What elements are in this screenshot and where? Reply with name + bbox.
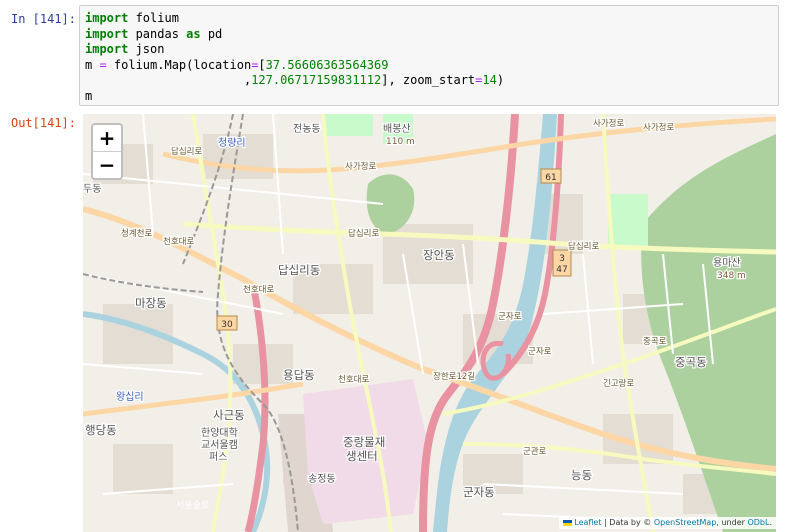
ukraine-flag-icon bbox=[563, 519, 573, 526]
output-prompt: Out[141]: bbox=[10, 116, 76, 130]
code-text: ) bbox=[496, 73, 505, 87]
label-hanyang-univ-3: 퍼스 bbox=[209, 451, 227, 463]
label-jeonggye-road: 청계천로 bbox=[121, 228, 152, 239]
code-text: m bbox=[85, 57, 100, 72]
label-baebongsan: 배봉산 bbox=[383, 123, 411, 135]
label-gunja-top: 군자로 bbox=[498, 312, 522, 322]
sports-area bbox=[323, 114, 373, 136]
label-hanyang-univ: 한양대학 bbox=[201, 427, 238, 439]
label-hanyang-univ-2: 교서울캠 bbox=[201, 439, 238, 451]
label-cheonho-bot: 천호대로 bbox=[338, 374, 369, 385]
label-dapsimni-road-top: 답십리로 bbox=[171, 146, 202, 157]
code-text: m bbox=[85, 88, 93, 103]
keyword-as: as bbox=[186, 26, 201, 41]
svg-text:61: 61 bbox=[545, 173, 556, 183]
label-dudong: 두동 bbox=[83, 183, 101, 195]
label-dapsimni-road-right: 답십리로 bbox=[568, 241, 599, 252]
leaflet-link[interactable]: Leaflet bbox=[574, 518, 601, 527]
route-shield-3-47: 3 47 bbox=[552, 249, 572, 277]
label-yongmasan-height: 348 m bbox=[717, 271, 746, 281]
zoom-out-button[interactable]: − bbox=[93, 152, 121, 178]
keyword-import: import bbox=[85, 42, 129, 56]
code-editor[interactable]: import folium import pandas as pd import… bbox=[80, 6, 778, 104]
svg-text:47: 47 bbox=[556, 265, 567, 275]
attribution-text: | Data by © bbox=[601, 518, 654, 527]
label-dapsimni-road-mid: 답십리로 bbox=[348, 228, 379, 239]
label-haengdang: 행당동 bbox=[85, 423, 117, 437]
number-literal: 127.06717159831112 bbox=[251, 73, 382, 87]
label-gajigol: 서울숲로 bbox=[176, 500, 209, 511]
label-sagajeongno-right: 사가정로 bbox=[643, 122, 674, 133]
label-gunja-mid: 군자로 bbox=[528, 347, 552, 357]
operator: = bbox=[99, 57, 107, 72]
label-cheonho-top: 천호대로 bbox=[163, 236, 194, 247]
number-literal: 14 bbox=[482, 73, 497, 87]
code-text: pd bbox=[200, 26, 223, 41]
label-yongdap: 용답동 bbox=[283, 368, 315, 382]
label-jungnang-title-2: 생센터 bbox=[346, 449, 378, 463]
label-madong: 마장동 bbox=[135, 296, 167, 310]
label-neung: 능동 bbox=[571, 468, 592, 482]
route-shield-30: 30 bbox=[216, 315, 238, 331]
code-cell-input[interactable]: import folium import pandas as pd import… bbox=[79, 5, 779, 106]
park-area bbox=[608, 194, 648, 249]
label-yongmasan: 용마산 bbox=[713, 257, 741, 269]
code-text: pandas bbox=[128, 26, 187, 41]
keyword-import: import bbox=[85, 11, 129, 25]
zoom-in-button[interactable]: + bbox=[93, 125, 121, 152]
label-sageun: 사근동 bbox=[213, 408, 245, 422]
label-gingo-road: 긴고랑로 bbox=[603, 378, 634, 389]
label-baebong-height: 110 m bbox=[386, 137, 415, 147]
label-cheongnyangni: 청량리 bbox=[218, 137, 246, 149]
zoom-control[interactable]: + − bbox=[91, 123, 123, 180]
svg-text:30: 30 bbox=[221, 320, 233, 330]
attribution-text: . bbox=[769, 518, 772, 527]
label-jungnang-title: 중랑물재 bbox=[343, 435, 385, 449]
openstreetmap-link[interactable]: OpenStreetMap bbox=[654, 518, 717, 527]
label-janganbeonji: 장안동 bbox=[423, 248, 455, 262]
code-text: folium.Map(location bbox=[106, 57, 252, 72]
code-text: ], zoom_start bbox=[381, 73, 476, 87]
label-wangsimni: 왕십리 bbox=[116, 391, 144, 403]
label-dapsimni-dong: 답십리동 bbox=[278, 263, 320, 277]
map-attribution: Leaflet | Data by © OpenStreetMap, under… bbox=[559, 517, 776, 529]
label-gunja-dong: 군자동 bbox=[463, 485, 495, 499]
keyword-import: import bbox=[85, 26, 129, 41]
code-text: folium bbox=[128, 11, 179, 25]
number-literal: 37.56606363564369 bbox=[265, 57, 389, 72]
svg-text:3: 3 bbox=[559, 254, 565, 264]
input-prompt: In [141]: bbox=[10, 12, 76, 26]
label-cheonho-mid: 천호대로 bbox=[243, 284, 274, 295]
map-tiles[interactable]: 61 30 3 47 전농동 배봉산 110 m 사가정로 사가정로 청량리 답… bbox=[83, 114, 776, 532]
route-shield-61: 61 bbox=[540, 168, 562, 184]
label-songjeong: 송정동 bbox=[308, 473, 336, 485]
label-sagajeongno-top: 사가정로 bbox=[593, 118, 624, 129]
label-junggok: 중곡동 bbox=[675, 355, 707, 369]
code-text: json bbox=[128, 42, 165, 56]
label-jeonnong: 전농동 bbox=[293, 123, 321, 135]
label-janghan: 장한로12길 bbox=[433, 371, 475, 382]
label-gungwan: 군관로 bbox=[523, 446, 547, 457]
odbl-link[interactable]: ODbL bbox=[747, 518, 769, 527]
code-text: [ bbox=[258, 57, 266, 72]
folium-map[interactable]: 61 30 3 47 전농동 배봉산 110 m 사가정로 사가정로 청량리 답… bbox=[83, 114, 776, 532]
attribution-text: , under bbox=[716, 518, 748, 527]
label-sagajeongno-mid: 사가정로 bbox=[345, 161, 376, 172]
label-junggok-road: 중곡로 bbox=[643, 337, 667, 347]
